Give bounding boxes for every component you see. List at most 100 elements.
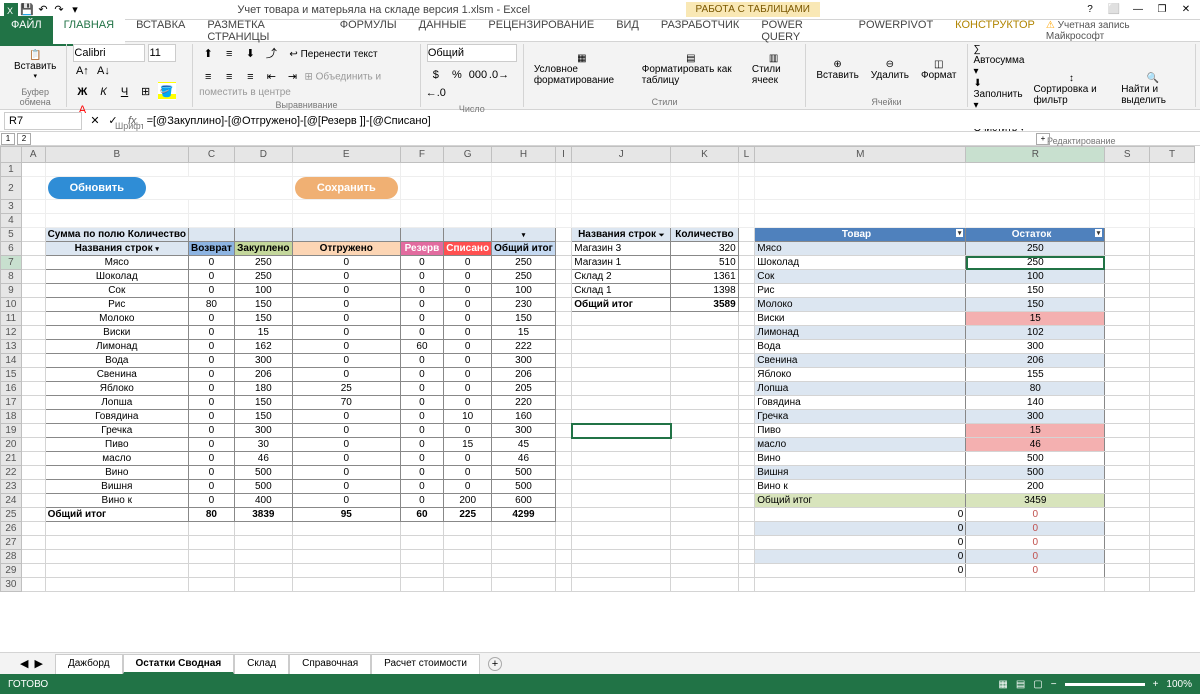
- cell[interactable]: [738, 522, 755, 536]
- cell[interactable]: [21, 382, 45, 396]
- cell[interactable]: [555, 326, 571, 340]
- cell[interactable]: 0: [755, 522, 966, 536]
- col-header[interactable]: A: [21, 147, 45, 163]
- cell[interactable]: [21, 578, 45, 592]
- cell[interactable]: [1105, 396, 1150, 410]
- cell[interactable]: [492, 177, 556, 200]
- maximize-icon[interactable]: ❐: [1152, 2, 1172, 18]
- cell[interactable]: 60: [400, 340, 443, 354]
- view-break-icon[interactable]: ▢: [1033, 679, 1042, 690]
- cell[interactable]: [738, 480, 755, 494]
- cell[interactable]: [671, 424, 738, 438]
- cell[interactable]: Лимонад: [45, 340, 188, 354]
- cell[interactable]: 0: [292, 270, 400, 284]
- cell[interactable]: [444, 564, 492, 578]
- cell[interactable]: [555, 452, 571, 466]
- cell[interactable]: [189, 550, 235, 564]
- cell[interactable]: [1150, 340, 1195, 354]
- col-header[interactable]: M: [755, 147, 966, 163]
- percent-icon[interactable]: %: [448, 66, 466, 84]
- row-header[interactable]: 18: [1, 410, 22, 424]
- cell[interactable]: [738, 466, 755, 480]
- cell[interactable]: 222: [492, 340, 556, 354]
- cell-styles-button[interactable]: ▥Стили ячеек: [748, 51, 800, 88]
- cell[interactable]: Мясо: [755, 242, 966, 256]
- cell[interactable]: 0: [444, 424, 492, 438]
- cell[interactable]: 4299: [492, 508, 556, 522]
- cell[interactable]: 0: [292, 410, 400, 424]
- cell[interactable]: [21, 368, 45, 382]
- cell[interactable]: Молоко: [45, 312, 188, 326]
- cell[interactable]: [738, 312, 755, 326]
- cell[interactable]: [671, 578, 738, 592]
- cell[interactable]: [1150, 284, 1195, 298]
- cell[interactable]: [292, 214, 400, 228]
- qa-more[interactable]: ▾: [68, 3, 82, 17]
- cell[interactable]: [1150, 494, 1195, 508]
- cell[interactable]: [555, 242, 571, 256]
- cell[interactable]: 400: [234, 494, 292, 508]
- cell[interactable]: [1105, 326, 1150, 340]
- ribbon-tab-формулы[interactable]: ФОРМУЛЫ: [329, 16, 408, 46]
- cell[interactable]: 300: [234, 424, 292, 438]
- row-header[interactable]: 27: [1, 536, 22, 550]
- row-header[interactable]: 30: [1, 578, 22, 592]
- cell[interactable]: 1398: [671, 284, 738, 298]
- cell[interactable]: [1105, 494, 1150, 508]
- cell[interactable]: [572, 326, 671, 340]
- indent-dec-icon[interactable]: ⇤: [262, 67, 280, 85]
- cell[interactable]: [400, 228, 443, 242]
- cell[interactable]: [292, 564, 400, 578]
- cell[interactable]: [444, 228, 492, 242]
- cell[interactable]: 0: [400, 284, 443, 298]
- align-middle-icon[interactable]: ≡: [220, 45, 238, 63]
- row-header[interactable]: 26: [1, 522, 22, 536]
- fill-button[interactable]: ⬇ Заполнить ▾: [974, 78, 1026, 111]
- cell[interactable]: 25: [292, 382, 400, 396]
- cell[interactable]: 0: [292, 284, 400, 298]
- row-header[interactable]: 7: [1, 256, 22, 270]
- cell[interactable]: [1150, 214, 1195, 228]
- row-header[interactable]: 3: [1, 200, 22, 214]
- cell[interactable]: [572, 564, 671, 578]
- cell[interactable]: Пиво: [755, 424, 966, 438]
- align-left-icon[interactable]: ≡: [199, 68, 217, 86]
- cell[interactable]: 0: [966, 508, 1105, 522]
- cell[interactable]: [492, 578, 556, 592]
- cell[interactable]: 80: [966, 382, 1105, 396]
- cell[interactable]: [21, 508, 45, 522]
- cell[interactable]: 0: [189, 312, 235, 326]
- cell[interactable]: 206: [492, 368, 556, 382]
- border-icon[interactable]: ⊞: [137, 82, 155, 100]
- cell[interactable]: 0: [400, 368, 443, 382]
- cell[interactable]: [572, 382, 671, 396]
- cell[interactable]: Вишня: [755, 466, 966, 480]
- cell[interactable]: Магазин 3: [572, 242, 671, 256]
- cell[interactable]: [234, 228, 292, 242]
- col-header[interactable]: [1, 147, 22, 163]
- cell[interactable]: 200: [966, 480, 1105, 494]
- formula-input[interactable]: [143, 113, 1200, 129]
- cell[interactable]: Вишня: [45, 480, 188, 494]
- cell[interactable]: 0: [189, 368, 235, 382]
- cell[interactable]: 0: [189, 424, 235, 438]
- sheet-tab[interactable]: Остатки Сводная: [123, 654, 235, 674]
- cell[interactable]: [21, 298, 45, 312]
- cell[interactable]: [189, 228, 235, 242]
- cell[interactable]: Лопша: [45, 396, 188, 410]
- cell[interactable]: [966, 163, 1105, 177]
- cell[interactable]: [555, 368, 571, 382]
- cell[interactable]: [444, 550, 492, 564]
- cell[interactable]: 0: [400, 480, 443, 494]
- cell[interactable]: 3589: [671, 298, 738, 312]
- cell[interactable]: [555, 214, 571, 228]
- cell[interactable]: [555, 200, 571, 214]
- cell[interactable]: [400, 177, 443, 200]
- outline-plus[interactable]: +: [1036, 133, 1050, 145]
- cell[interactable]: [45, 200, 188, 214]
- cell[interactable]: Вино: [45, 466, 188, 480]
- row-header[interactable]: 22: [1, 466, 22, 480]
- cell[interactable]: [572, 452, 671, 466]
- cell[interactable]: [555, 424, 571, 438]
- sheet-tab[interactable]: Расчет стоимости: [371, 654, 480, 674]
